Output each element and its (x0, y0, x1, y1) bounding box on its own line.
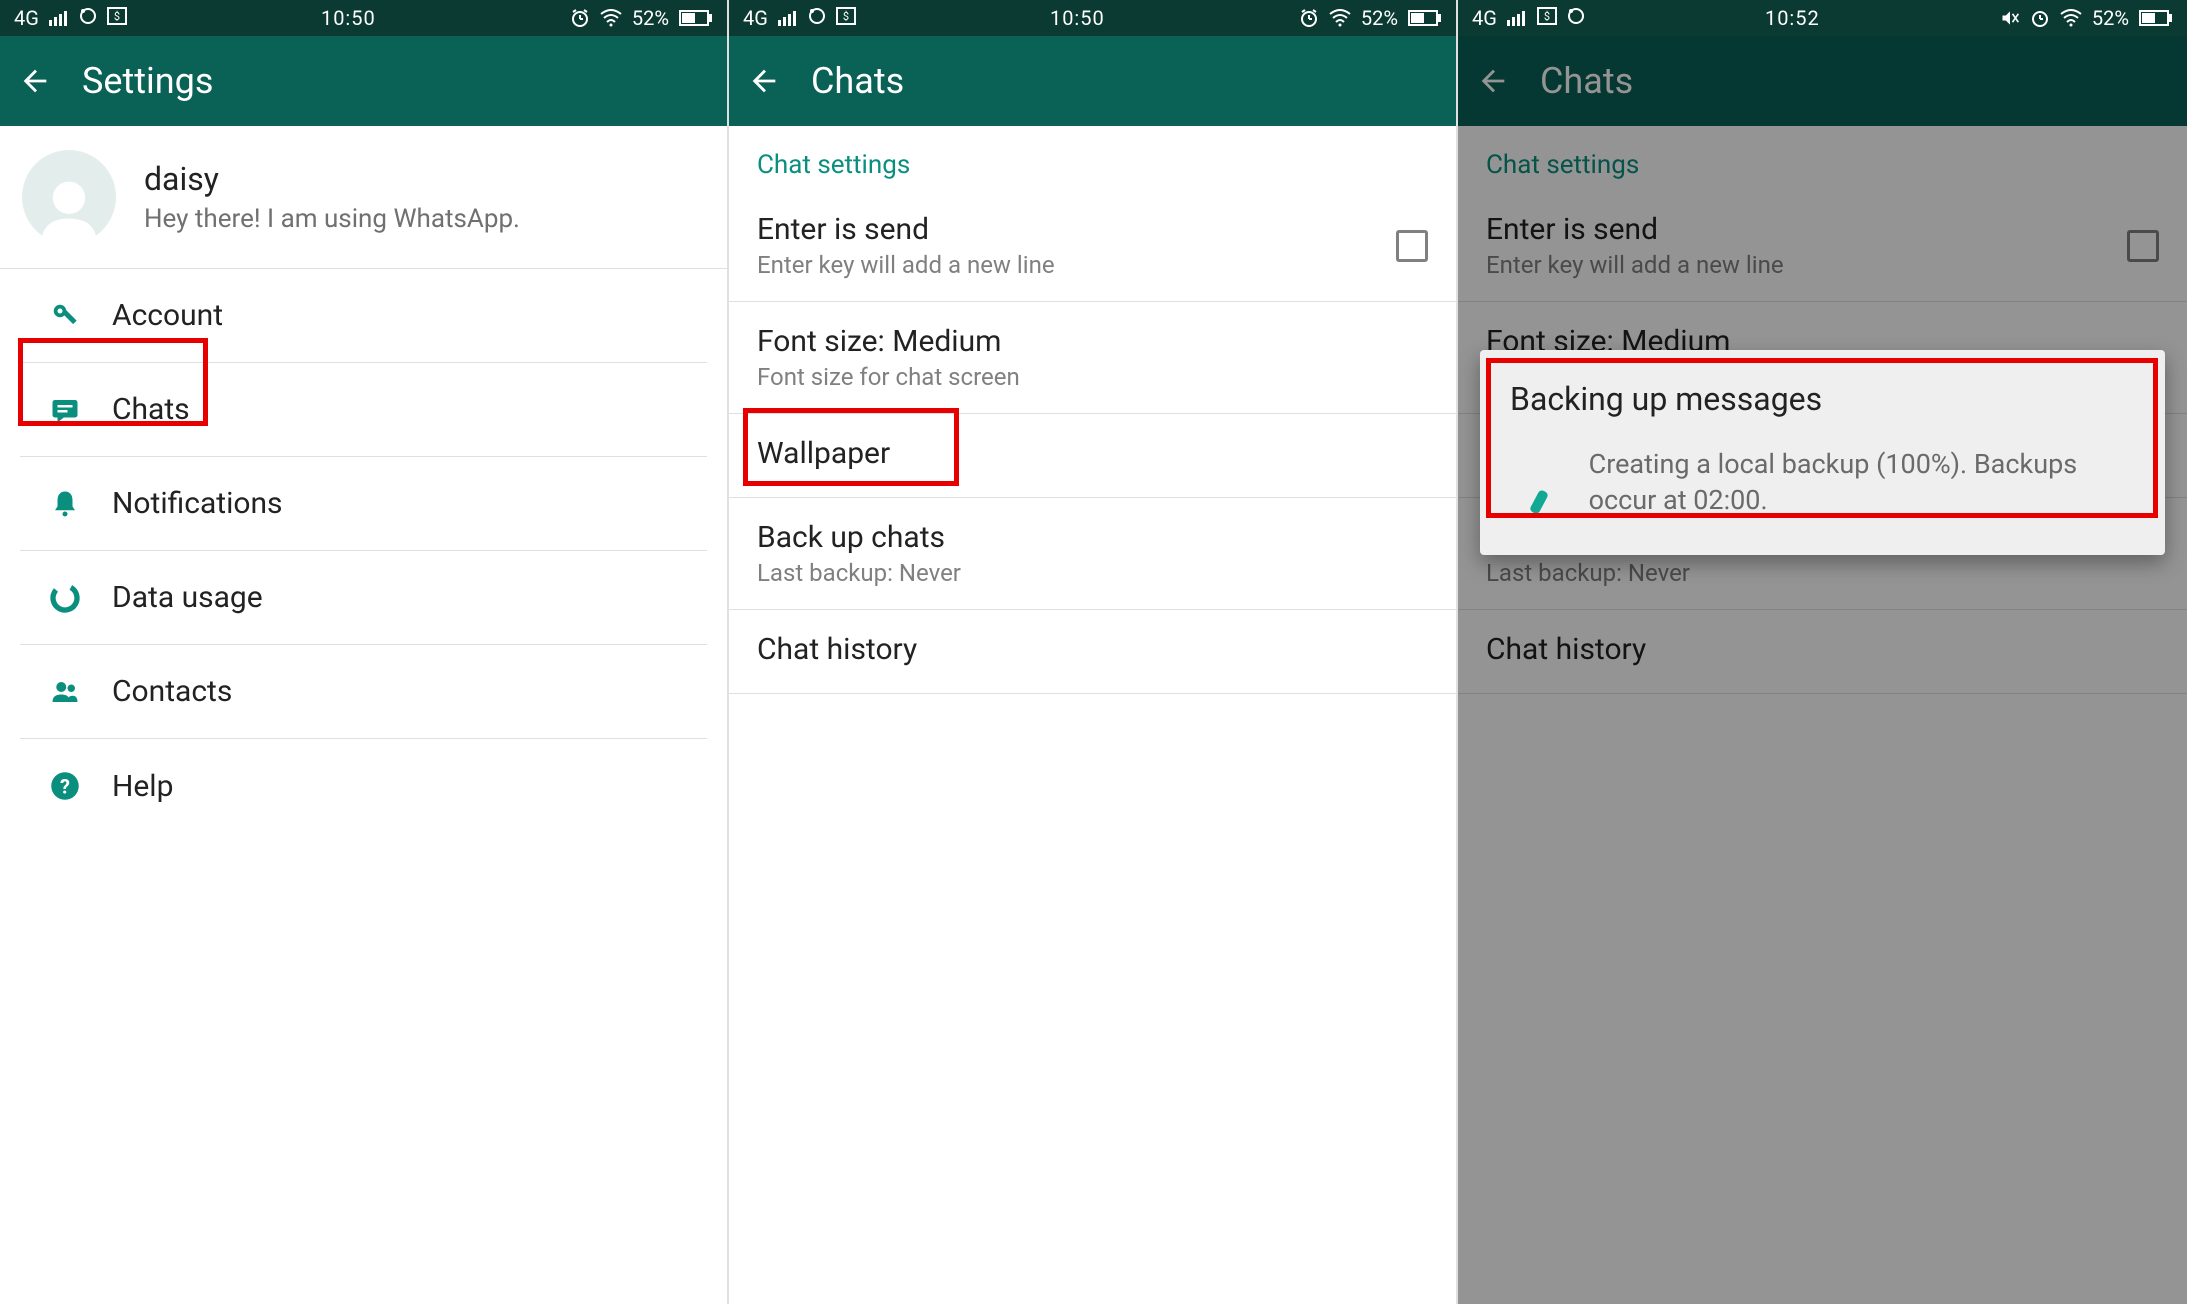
row-title: Chat history (757, 632, 1428, 667)
row-backup-chats[interactable]: Back up chats Last backup: Never (729, 498, 1456, 610)
settings-label: Account (112, 298, 223, 333)
data-usage-icon (36, 582, 94, 614)
wifi-icon (1329, 9, 1351, 27)
back-icon[interactable] (18, 64, 52, 98)
settings-label: Help (112, 769, 173, 804)
svg-text:$: $ (843, 10, 849, 23)
vo-icon (808, 6, 826, 30)
vo-icon (79, 6, 97, 30)
row-wallpaper[interactable]: Wallpaper (729, 414, 1456, 498)
card-icon: $ (836, 6, 856, 30)
row-title: Back up chats (757, 520, 1428, 555)
row-enter-is-send[interactable]: Enter is send Enter key will add a new l… (729, 190, 1456, 302)
phone-chats: 4G $ 10:50 52% Chats Chat settings Enter… (729, 0, 1458, 1304)
chat-icon (36, 395, 94, 425)
battery-icon (1408, 10, 1442, 26)
app-bar: Chats (729, 36, 1456, 126)
row-subtitle: Last backup: Never (757, 559, 1428, 587)
status-time: 10:50 (1050, 6, 1105, 30)
help-icon: ? (36, 771, 94, 801)
status-time: 10:52 (1765, 6, 1820, 30)
card-icon: $ (107, 6, 127, 30)
network-label: 4G (14, 6, 39, 30)
settings-label: Data usage (112, 580, 263, 615)
wifi-icon (600, 9, 622, 27)
row-subtitle: Enter key will add a new line (757, 251, 1396, 279)
row-chat-history[interactable]: Chat history (729, 610, 1456, 694)
svg-text:?: ? (60, 775, 70, 799)
settings-row-notifications[interactable]: Notifications (20, 457, 707, 551)
back-icon[interactable] (747, 64, 781, 98)
row-title: Wallpaper (757, 436, 1428, 471)
settings-label: Chats (112, 392, 190, 427)
settings-row-contacts[interactable]: Contacts (20, 645, 707, 739)
profile-name: daisy (144, 160, 520, 198)
battery-label: 52% (632, 6, 669, 30)
page-title: Settings (82, 60, 213, 102)
battery-icon (2139, 10, 2173, 26)
battery-icon (679, 10, 713, 26)
battery-label: 52% (2092, 6, 2129, 30)
status-bar: 4G $ 10:52 52% (1458, 0, 2187, 36)
page-title: Chats (811, 60, 904, 102)
section-header: Chat settings (729, 126, 1456, 190)
settings-label: Notifications (112, 486, 283, 521)
profile-row[interactable]: daisy Hey there! I am using WhatsApp. (0, 126, 727, 269)
network-label: 4G (743, 6, 768, 30)
bell-icon (36, 489, 94, 519)
settings-row-chats[interactable]: Chats (20, 363, 707, 457)
status-bar: 4G $ 10:50 52% (0, 0, 727, 36)
alarm-icon (570, 8, 590, 28)
row-title: Font size: Medium (757, 324, 1428, 359)
settings-row-help[interactable]: ? Help (20, 739, 707, 833)
row-subtitle: Font size for chat screen (757, 363, 1428, 391)
settings-label: Contacts (112, 674, 232, 709)
wifi-icon (2060, 9, 2082, 27)
app-bar: Settings (0, 36, 727, 126)
settings-row-account[interactable]: Account (20, 269, 707, 363)
spinner-icon (1510, 452, 1559, 512)
signal-icon (1507, 10, 1527, 26)
status-time: 10:50 (321, 6, 376, 30)
status-bar: 4G $ 10:50 52% (729, 0, 1456, 36)
row-font-size[interactable]: Font size: Medium Font size for chat scr… (729, 302, 1456, 414)
modal-backdrop[interactable] (1458, 36, 2187, 1304)
phone-backup-dialog: 4G $ 10:52 52% Chats Chat settings (1458, 0, 2187, 1304)
mute-icon (2000, 8, 2020, 28)
svg-text:$: $ (1544, 10, 1550, 23)
checkbox-enter-send[interactable] (1396, 230, 1428, 262)
settings-row-data-usage[interactable]: Data usage (20, 551, 707, 645)
profile-status: Hey there! I am using WhatsApp. (144, 204, 520, 234)
svg-text:$: $ (114, 10, 120, 23)
contacts-icon (36, 677, 94, 707)
dialog-text: Creating a local backup (100%). Backups … (1589, 446, 2135, 519)
network-label: 4G (1472, 6, 1497, 30)
card-icon: $ (1537, 6, 1557, 30)
signal-icon (778, 10, 798, 26)
row-title: Enter is send (757, 212, 1396, 247)
battery-label: 52% (1361, 6, 1398, 30)
vo-icon (1567, 6, 1585, 30)
alarm-icon (1299, 8, 1319, 28)
alarm-icon (2030, 8, 2050, 28)
phone-settings: 4G $ 10:50 52% Settings (0, 0, 729, 1304)
dialog-title: Backing up messages (1510, 380, 2135, 418)
avatar (22, 150, 116, 244)
backup-dialog: Backing up messages Creating a local bac… (1480, 350, 2165, 555)
key-icon (36, 301, 94, 331)
signal-icon (49, 10, 69, 26)
